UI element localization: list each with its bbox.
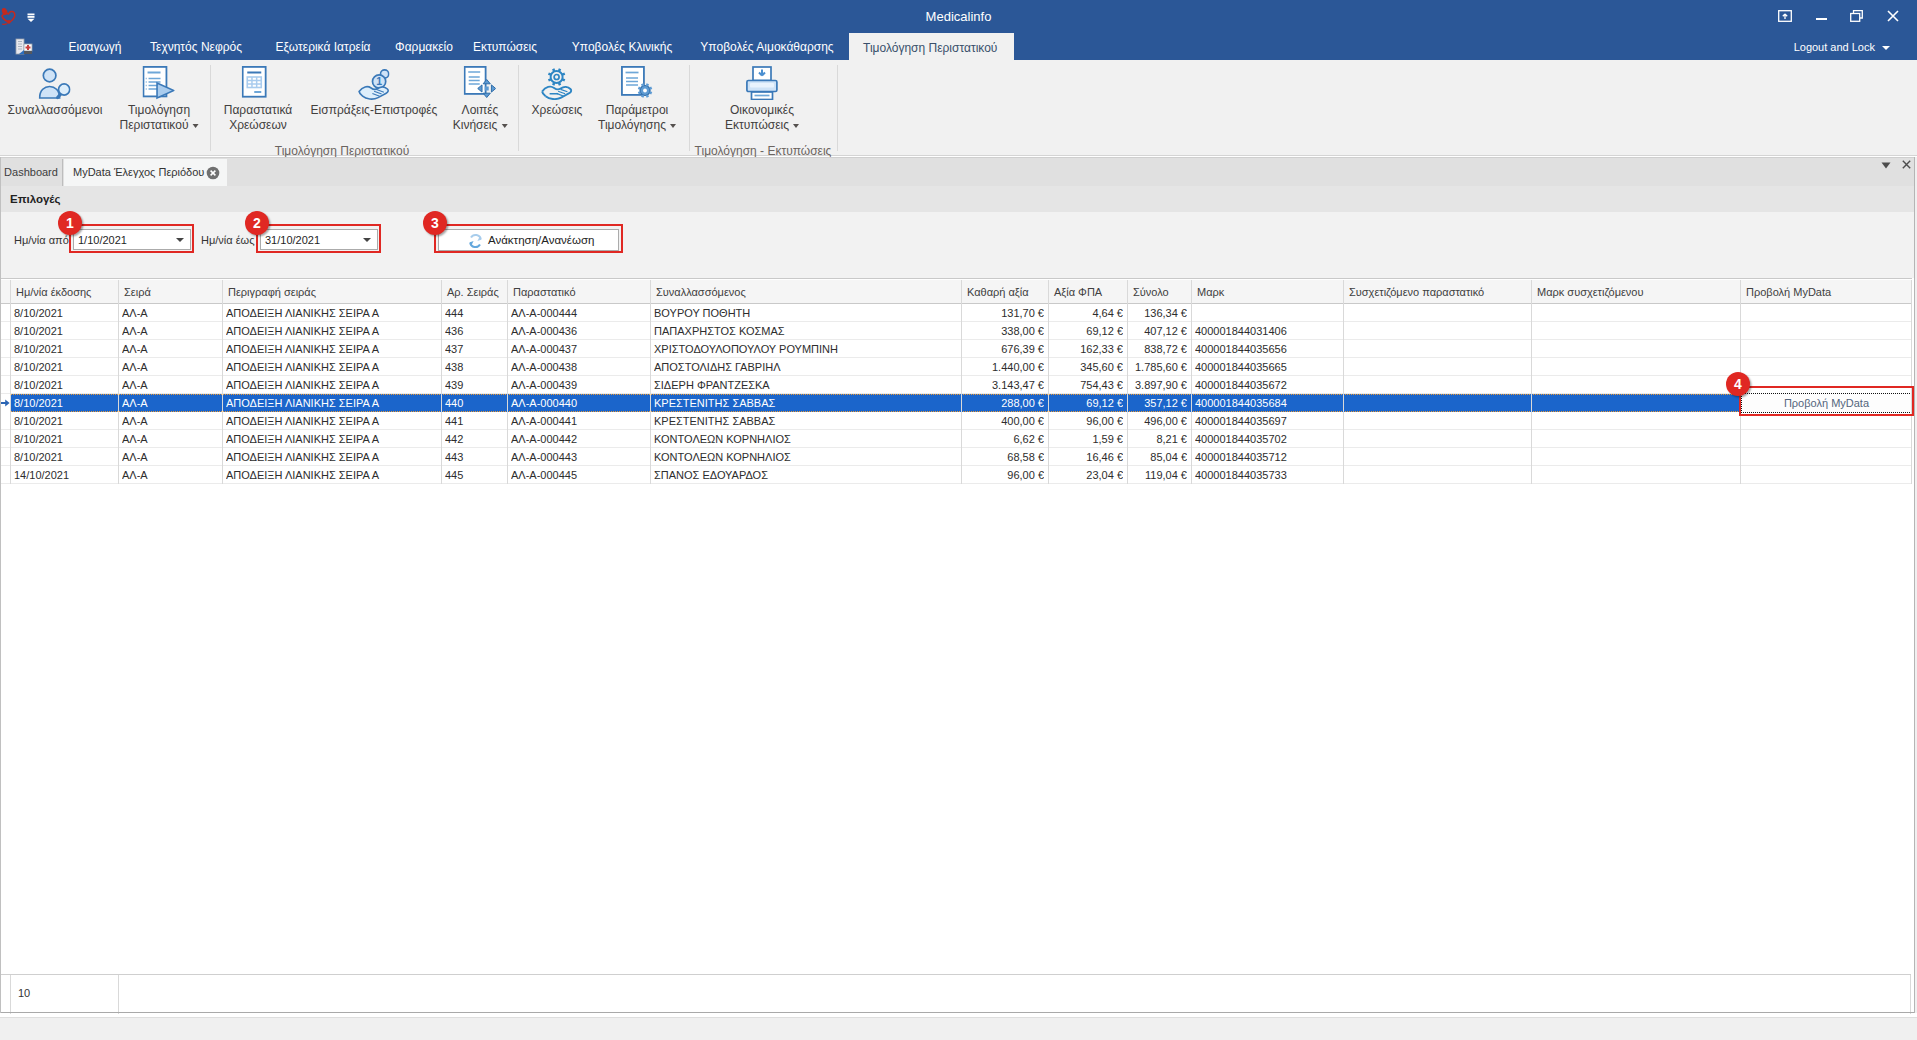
svg-text:1: 1 (377, 75, 383, 87)
